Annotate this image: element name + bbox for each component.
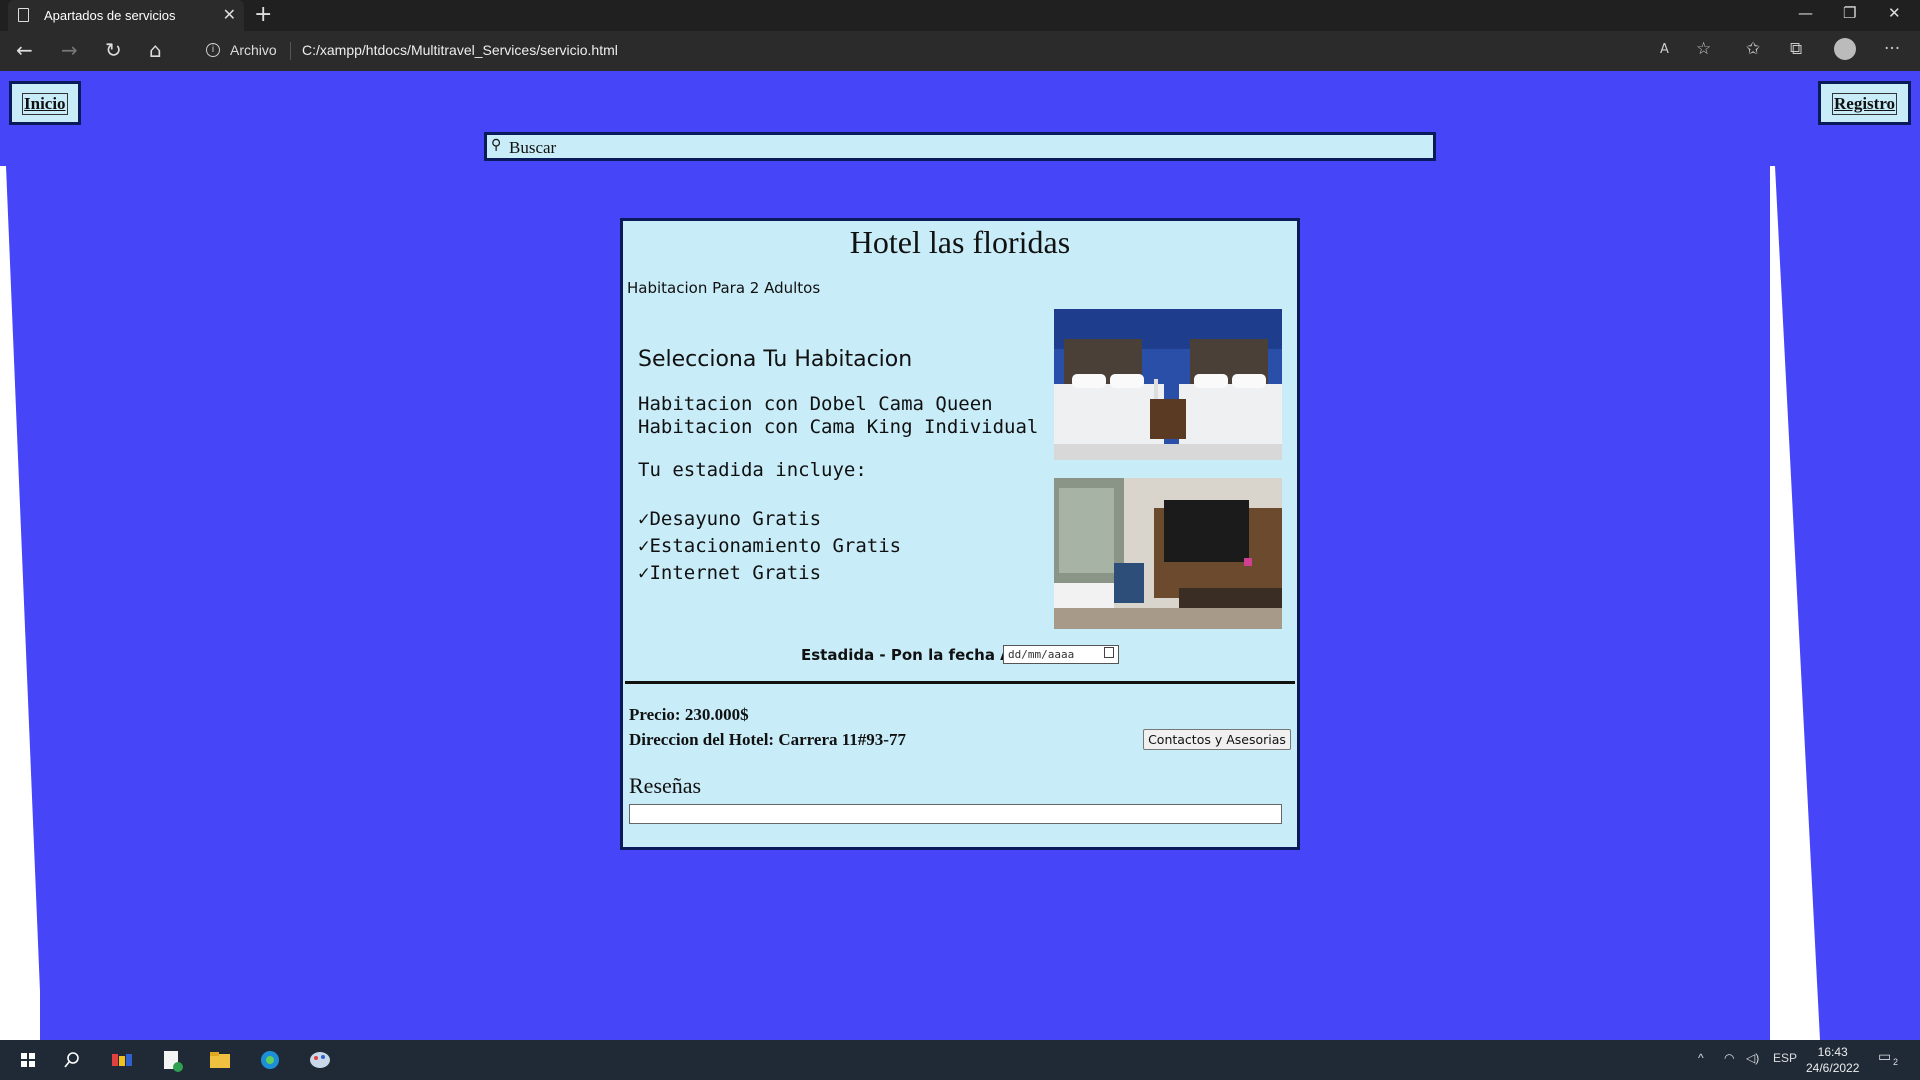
register-link[interactable]: Registro [1818, 81, 1911, 125]
left-decor [0, 166, 40, 1040]
chevron-up-icon[interactable]: ^ [1698, 1051, 1704, 1065]
divider [625, 681, 1295, 684]
address-bar[interactable]: i Archivo C:/xampp/htdocs/Multitravel_Se… [190, 36, 1730, 66]
tab-close-icon[interactable]: ✕ [223, 5, 236, 24]
info-icon[interactable]: i [206, 43, 220, 57]
file-explorer-icon[interactable] [200, 1046, 240, 1074]
notification-count: 2 [1893, 1057, 1899, 1067]
reload-icon[interactable]: ↻ [105, 38, 122, 62]
back-icon[interactable]: ← [16, 38, 33, 62]
select-room-heading: Selecciona Tu Habitacion [638, 347, 913, 372]
new-tab-icon[interactable]: + [254, 2, 272, 27]
notification-icon[interactable]: ▭ [1878, 1048, 1891, 1065]
price-text: Precio: 230.000$ [629, 705, 749, 724]
security-label: Archivo [230, 42, 277, 58]
browser-tab-bar: Apartados de servicios ✕ + — ❐ ✕ [0, 0, 1920, 31]
language-indicator[interactable]: ESP [1773, 1051, 1797, 1065]
review-input[interactable] [629, 804, 1282, 824]
includes-heading: Tu estadida incluye: [638, 459, 867, 481]
room-option[interactable]: Habitacion con Dobel Cama Queen [638, 393, 993, 415]
more-icon[interactable]: ··· [1884, 39, 1900, 59]
room-type: Habitacion Para 2 Adultos [627, 279, 821, 297]
amenity-item: ✓Estacionamiento Gratis [638, 535, 902, 557]
url-separator [290, 42, 291, 60]
app-icon[interactable] [102, 1046, 142, 1074]
favorites-icon[interactable]: ✩ [1746, 39, 1760, 59]
restore-icon[interactable]: ❐ [1843, 4, 1856, 22]
room-photo-tv [1054, 478, 1282, 629]
edge-browser-icon[interactable] [250, 1046, 290, 1074]
forward-icon[interactable]: → [61, 38, 78, 62]
room-option[interactable]: Habitacion con Cama King Individual [638, 416, 1038, 438]
hotel-card: Hotel las floridas Habitacion Para 2 Adu… [620, 218, 1300, 850]
notepad-icon[interactable] [152, 1046, 192, 1074]
amenity-item: ✓Desayuno Gratis [638, 508, 822, 530]
search-input[interactable]: Buscar [509, 138, 556, 158]
page-icon [18, 8, 29, 22]
home-icon[interactable]: ⌂ [149, 38, 162, 62]
url-text[interactable]: C:/xampp/htdocs/Multitravel_Services/ser… [302, 42, 618, 58]
paint-icon[interactable] [300, 1046, 340, 1074]
tab-title: Apartados de servicios [44, 8, 176, 23]
network-icon[interactable]: ◠ [1724, 1051, 1734, 1065]
contact-button[interactable]: Contactos y Asesorias [1143, 729, 1291, 750]
browser-toolbar: ← → ↻ ⌂ i Archivo C:/xampp/htdocs/Multit… [0, 31, 1920, 71]
right-decor [1770, 166, 1820, 1040]
clock-time: 16:43 [1817, 1045, 1848, 1059]
home-link-label: Inicio [22, 93, 68, 115]
windows-start-icon[interactable] [8, 1046, 48, 1074]
hotel-title: Hotel las floridas [849, 224, 1071, 260]
date-placeholder: dd/mm/aaaa [1008, 648, 1075, 661]
minimize-icon[interactable]: — [1798, 4, 1813, 22]
add-favorite-icon[interactable]: ☆ [1696, 39, 1711, 59]
collections-icon[interactable]: ⧉ [1790, 39, 1802, 59]
close-window-icon[interactable]: ✕ [1888, 4, 1901, 22]
page-content: Inicio Registro ⚲ Buscar Hotel las flori… [0, 71, 1920, 1040]
search-bar[interactable]: ⚲ Buscar [484, 132, 1436, 161]
hotel-address: Direccion del Hotel: Carrera 11#93-77 [629, 730, 906, 749]
calendar-icon[interactable] [1104, 647, 1114, 658]
search-icon[interactable] [52, 1046, 92, 1074]
stay-date-input[interactable]: dd/mm/aaaa [1003, 645, 1119, 664]
search-icon: ⚲ [491, 137, 502, 153]
clock-date: 24/6/2022 [1806, 1061, 1860, 1075]
home-link[interactable]: Inicio [9, 81, 81, 125]
volume-icon[interactable]: ◁) [1746, 1051, 1759, 1065]
clock[interactable]: 16:43 24/6/2022 [1806, 1044, 1859, 1076]
taskbar: ^ ◠ ◁) ESP 16:43 24/6/2022 ▭ 2 [0, 1040, 1920, 1080]
reviews-heading: Reseñas [629, 773, 702, 798]
register-link-label: Registro [1832, 93, 1898, 115]
browser-tab[interactable]: Apartados de servicios ✕ [8, 0, 244, 31]
amenity-item: ✓Internet Gratis [638, 562, 822, 584]
read-aloud-icon[interactable]: A [1660, 42, 1669, 57]
profile-avatar[interactable] [1834, 38, 1856, 60]
room-photo-twin-beds [1054, 309, 1282, 460]
